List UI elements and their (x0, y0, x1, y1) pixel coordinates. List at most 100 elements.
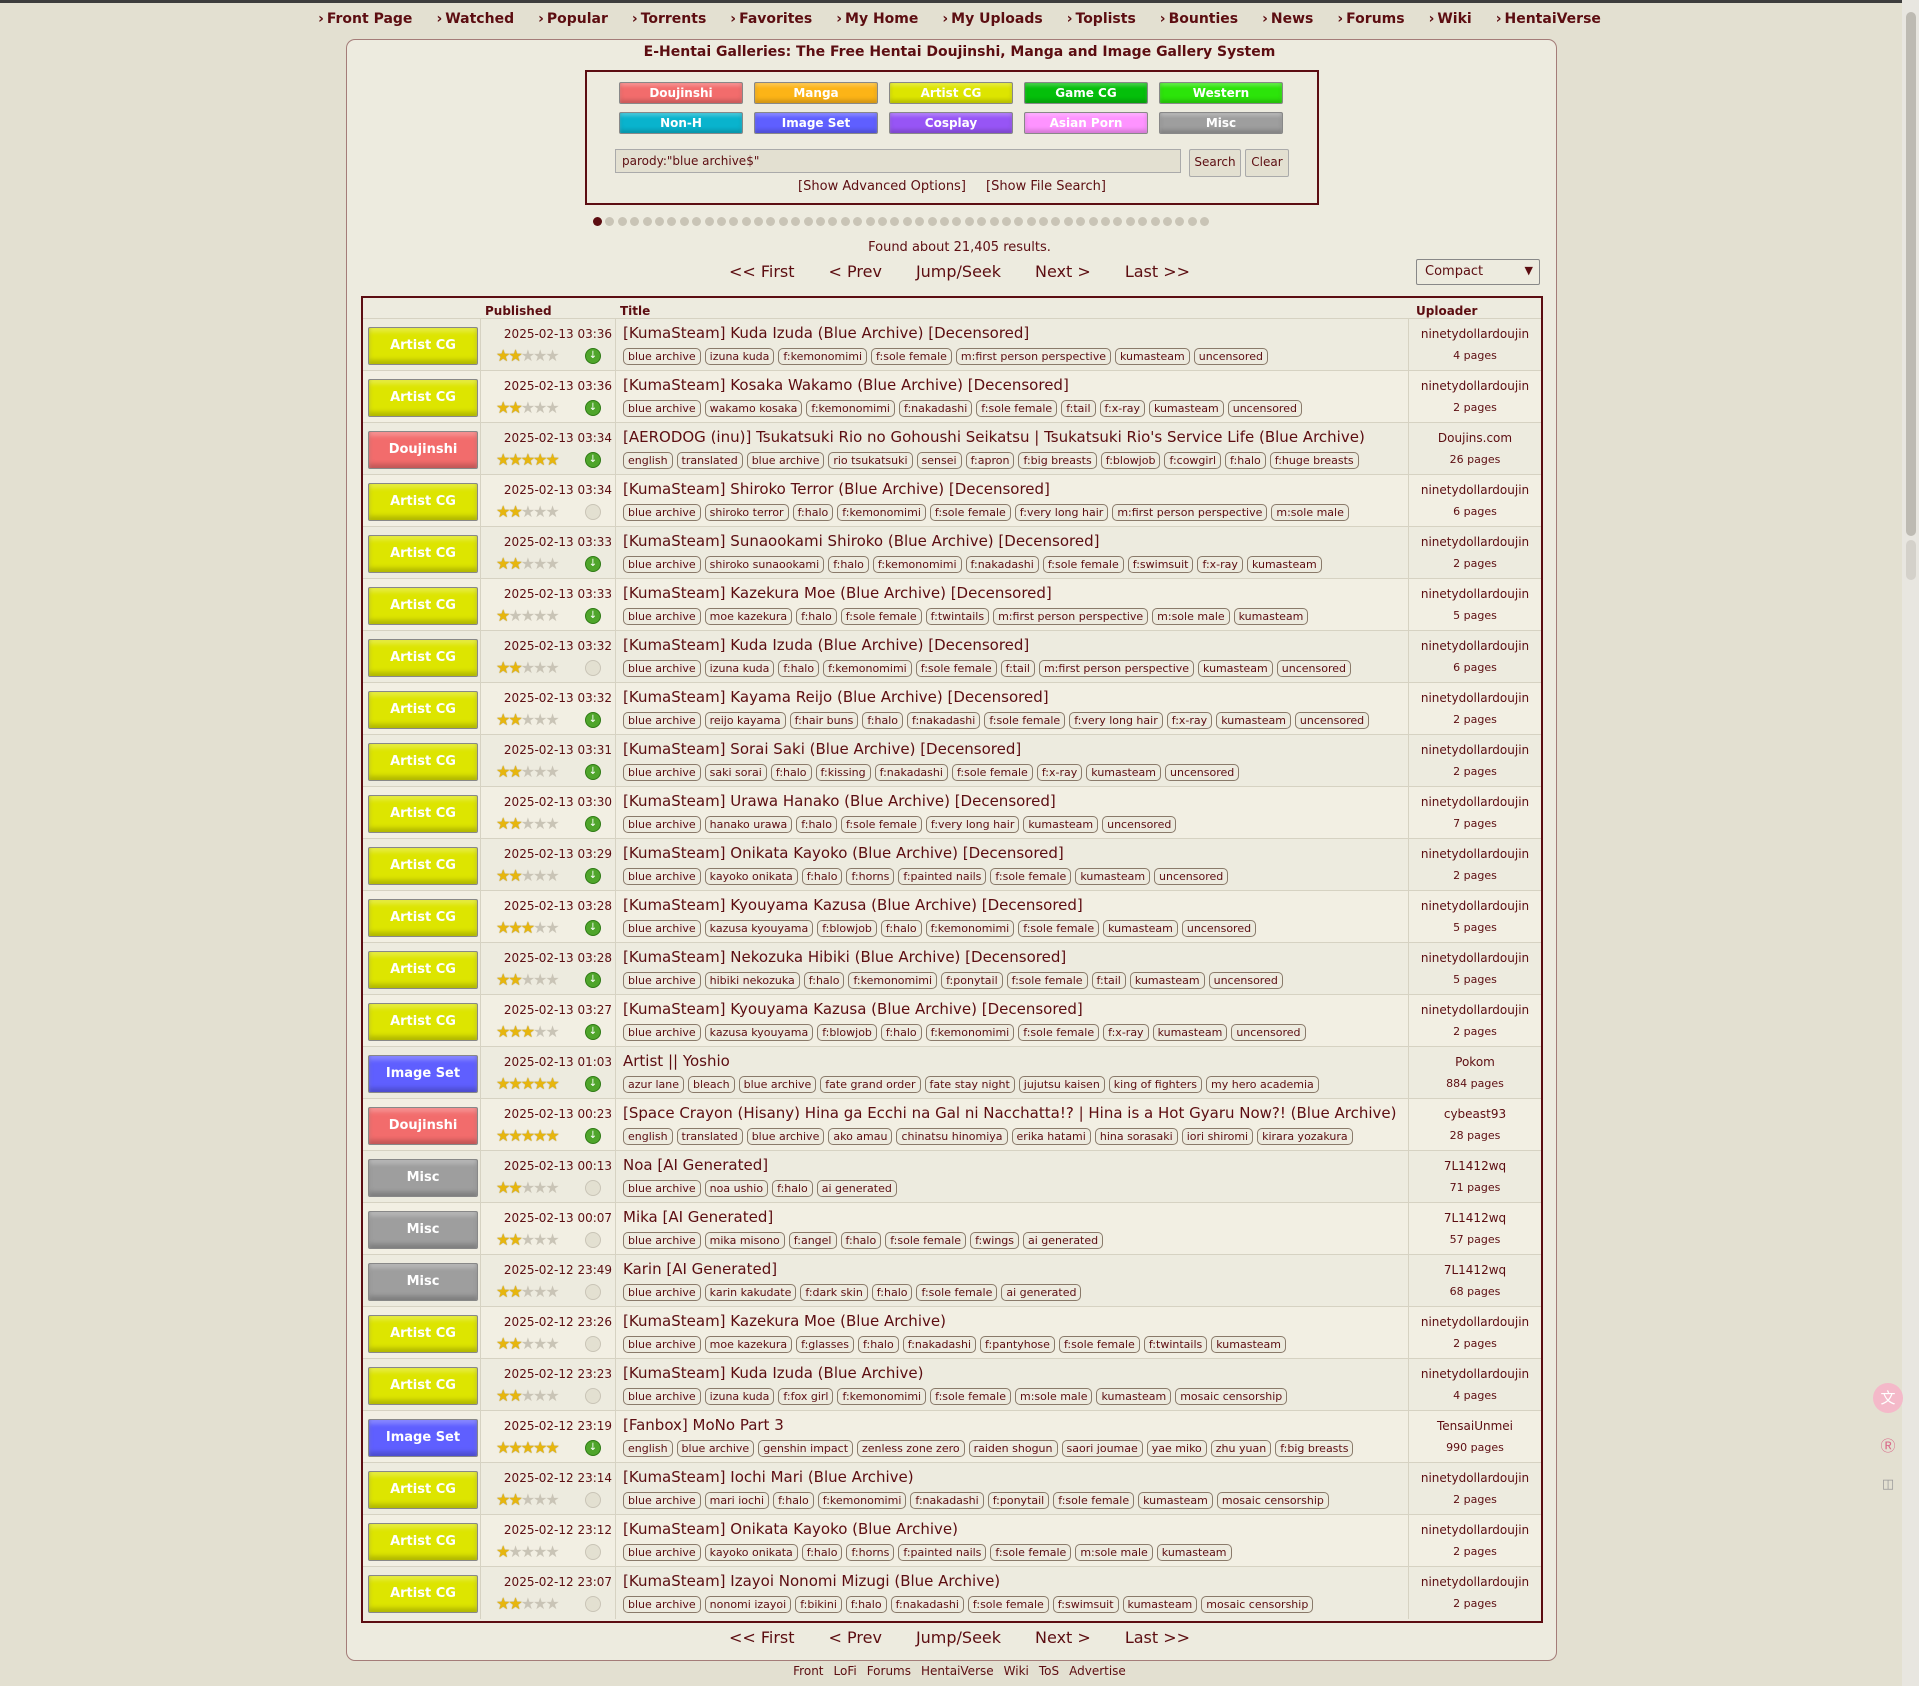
uploader-link[interactable]: ninetydollardoujin (1410, 327, 1540, 341)
gallery-title-link[interactable]: [KumaSteam] Kuda Izuda (Blue Archive) [D… (623, 324, 1029, 342)
tag[interactable]: f:halo (792, 504, 834, 521)
tag[interactable]: f:halo (862, 712, 903, 729)
tag[interactable]: kumasteam (1149, 400, 1224, 417)
tag[interactable]: kumasteam (1216, 712, 1291, 729)
nav-link[interactable]: Bounties (1160, 11, 1239, 27)
tag[interactable]: karin kakudate (704, 1284, 797, 1301)
category-badge[interactable]: Doujinshi (368, 431, 478, 469)
tag[interactable]: f:halo (778, 660, 820, 677)
pager-next[interactable]: Next > (1035, 1628, 1091, 1647)
tag[interactable]: f:twintails (925, 608, 990, 625)
torrent-download-icon[interactable]: ↓ (585, 1388, 601, 1404)
page-dot[interactable] (890, 217, 900, 226)
tag[interactable]: f:halo (845, 1596, 887, 1613)
tag[interactable]: blue archive (623, 1024, 701, 1041)
tag[interactable]: f:sole female (951, 764, 1033, 781)
torrent-download-icon[interactable]: ↓ (585, 712, 601, 728)
uploader-link[interactable]: ninetydollardoujin (1410, 1471, 1540, 1485)
tag[interactable]: f:halo (871, 1284, 913, 1301)
tag[interactable]: izuna kuda (704, 348, 775, 365)
torrent-download-icon[interactable]: ↓ (585, 660, 601, 676)
torrent-download-icon[interactable]: ↓ (585, 1596, 601, 1612)
category-badge[interactable]: Artist CG (368, 1523, 478, 1561)
tag[interactable]: uncensored (1102, 816, 1177, 833)
tag[interactable]: f:tail (1000, 660, 1035, 677)
uploader-link[interactable]: ninetydollardoujin (1410, 847, 1540, 861)
tag[interactable]: f:pantyhose (980, 1336, 1055, 1353)
page-dot[interactable] (1026, 217, 1036, 226)
tag[interactable]: m:sole male (1152, 608, 1230, 625)
tag[interactable]: uncensored (1294, 712, 1370, 729)
page-dot[interactable] (902, 217, 912, 226)
torrent-download-icon[interactable]: ↓ (585, 1492, 601, 1508)
page-dot[interactable] (1001, 217, 1011, 226)
uploader-link[interactable]: 7L1412wq (1410, 1263, 1540, 1277)
page-dot[interactable] (1150, 217, 1160, 226)
torrent-download-icon[interactable]: ↓ (585, 972, 601, 988)
category-badge[interactable]: Artist CG (368, 535, 478, 573)
tag[interactable]: reijo kayama (704, 712, 786, 729)
torrent-download-icon[interactable]: ↓ (585, 1440, 601, 1456)
uploader-link[interactable]: ninetydollardoujin (1410, 951, 1540, 965)
tag[interactable]: f:horns (846, 868, 895, 885)
category-badge[interactable]: Artist CG (368, 1575, 478, 1613)
page-dot[interactable] (828, 217, 838, 226)
tag[interactable]: m:sole male (1015, 1388, 1093, 1405)
tag[interactable]: f:halo (858, 1336, 899, 1353)
tag[interactable]: blue archive (623, 556, 701, 573)
nav-link[interactable]: Toplists (1067, 11, 1136, 27)
tag[interactable]: kirara yozakura (1257, 1128, 1353, 1145)
tag[interactable]: m:first person perspective (955, 348, 1111, 365)
tag[interactable]: uncensored (1193, 348, 1268, 365)
tag[interactable]: f:kemonomimi (823, 660, 912, 677)
tag[interactable]: kayoko onikata (704, 1544, 798, 1561)
torrent-download-icon[interactable]: ↓ (585, 868, 601, 884)
page-dot[interactable] (741, 217, 751, 226)
tag[interactable]: f:huge breasts (1269, 452, 1359, 469)
gallery-title-link[interactable]: [KumaSteam] Kazekura Moe (Blue Archive) … (623, 584, 1052, 602)
page-dot[interactable] (915, 217, 925, 226)
tag[interactable]: blue archive (623, 1180, 701, 1197)
tag[interactable]: kumasteam (1138, 1492, 1213, 1509)
tag[interactable]: ai generated (1023, 1232, 1104, 1249)
category-toggle-non-h[interactable]: Non-H (619, 112, 743, 134)
tag[interactable]: m:sole male (1271, 504, 1349, 521)
page-dot[interactable] (1014, 217, 1024, 226)
tag[interactable]: ai generated (816, 1180, 897, 1197)
tag[interactable]: f:halo (773, 1492, 814, 1509)
tag[interactable]: f:halo (801, 1544, 843, 1561)
tag[interactable]: fate stay night (924, 1076, 1015, 1093)
tag[interactable]: f:sole female (840, 816, 922, 833)
category-badge[interactable]: Misc (368, 1211, 478, 1249)
tag[interactable]: kumasteam (1129, 972, 1205, 989)
category-badge[interactable]: Artist CG (368, 1367, 478, 1405)
tag[interactable]: blue archive (623, 1336, 701, 1353)
torrent-download-icon[interactable]: ↓ (585, 920, 601, 936)
torrent-download-icon[interactable]: ↓ (585, 556, 601, 572)
tag[interactable]: f:kemonomimi (872, 556, 962, 573)
tag[interactable]: f:halo (772, 1180, 813, 1197)
clear-button[interactable]: Clear (1245, 149, 1289, 177)
torrent-download-icon[interactable]: ↓ (585, 348, 601, 364)
tag[interactable]: iori shiromi (1181, 1128, 1254, 1145)
tag[interactable]: blue archive (623, 1284, 701, 1301)
show-file-search-link[interactable]: [Show File Search] (986, 179, 1106, 194)
tag[interactable]: blue archive (623, 764, 701, 781)
category-toggle-cosplay[interactable]: Cosplay (889, 112, 1013, 134)
uploader-link[interactable]: ninetydollardoujin (1410, 795, 1540, 809)
gallery-title-link[interactable]: Noa [AI Generated] (623, 1156, 768, 1174)
tag[interactable]: f:kemonomimi (806, 400, 895, 417)
category-badge[interactable]: Image Set (368, 1419, 478, 1457)
page-dot[interactable] (679, 217, 689, 226)
tag[interactable]: ai generated (1001, 1284, 1082, 1301)
category-badge[interactable]: Artist CG (368, 639, 478, 677)
page-dot[interactable] (692, 217, 702, 226)
tag[interactable]: mosaic censorship (1175, 1388, 1288, 1405)
tag[interactable]: f:halo (880, 920, 922, 937)
page-dot[interactable] (952, 217, 962, 226)
gallery-title-link[interactable]: [KumaSteam] Kyouyama Kazusa (Blue Archiv… (623, 1000, 1083, 1018)
tag[interactable]: english (623, 1440, 673, 1457)
gallery-title-link[interactable]: [Fanbox] MoNo Part 3 (623, 1416, 784, 1434)
page-dot[interactable] (667, 217, 677, 226)
category-badge[interactable]: Artist CG (368, 327, 478, 365)
